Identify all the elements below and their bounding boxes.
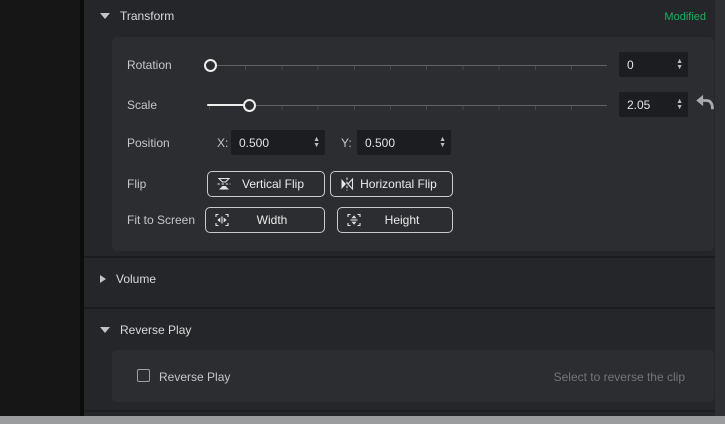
scale-slider[interactable] <box>207 97 607 113</box>
reverse-play-row: Reverse Play Select to reverse the clip <box>112 369 714 384</box>
horizontal-flip-button-label: Horizontal Flip <box>355 177 446 191</box>
rotation-slider-handle[interactable] <box>204 59 217 72</box>
scale-slider-handle[interactable] <box>243 99 256 112</box>
position-label: Position <box>127 136 170 150</box>
scale-row: Scale 2.05 ▲▼ <box>112 92 714 118</box>
rotation-slider-ticks <box>209 66 605 70</box>
section-header-reverse-play[interactable]: Reverse Play <box>100 323 191 337</box>
scale-label: Scale <box>127 98 157 112</box>
flip-label: Flip <box>127 177 146 191</box>
position-y-input[interactable]: 0.500 ▲▼ <box>357 130 451 155</box>
section-title-reverse-play: Reverse Play <box>120 323 191 337</box>
clip-properties-window: Transform Modified Rotation 0 ▲▼ Scale <box>0 0 725 424</box>
rotation-slider-track[interactable] <box>207 65 607 66</box>
rotation-row: Rotation 0 ▲▼ <box>112 52 714 78</box>
section-title-transform: Transform <box>120 9 174 23</box>
scale-slider-ticks <box>209 106 605 110</box>
fit-width-icon <box>214 212 230 228</box>
spinner-down-icon[interactable]: ▼ <box>313 143 320 149</box>
position-x-label: X: <box>217 136 228 150</box>
fit-to-screen-row: Fit to Screen Width Height <box>112 207 714 233</box>
position-y-label: Y: <box>341 136 352 150</box>
scale-value: 2.05 <box>619 98 671 112</box>
transform-content-panel: Rotation 0 ▲▼ Scale 2.05 ▲▼ <box>112 37 714 251</box>
scale-slider-track[interactable] <box>207 105 607 106</box>
left-rail <box>0 0 84 424</box>
position-y-spinner[interactable]: ▲▼ <box>434 137 451 149</box>
position-row: Position X: 0.500 ▲▼ Y: 0.500 ▲▼ <box>112 130 714 156</box>
rotation-value-input[interactable]: 0 ▲▼ <box>619 52 688 77</box>
section-header-volume[interactable]: Volume <box>100 272 156 286</box>
undo-icon <box>695 94 715 112</box>
vertical-flip-button-label: Vertical Flip <box>232 177 318 191</box>
rotation-slider[interactable] <box>207 57 607 73</box>
fit-to-screen-label: Fit to Screen <box>127 213 195 227</box>
modified-status-badge: Modified <box>664 11 706 23</box>
vertical-flip-icon <box>216 176 232 192</box>
reset-scale-button[interactable] <box>694 94 716 114</box>
chevron-right-icon <box>100 275 106 283</box>
reverse-play-content-panel: Reverse Play Select to reverse the clip <box>112 350 714 402</box>
horizontal-flip-icon <box>339 176 355 192</box>
section-divider <box>84 410 715 412</box>
flip-row: Flip Vertical Flip Horizontal Flip <box>112 171 714 197</box>
reverse-play-hint: Select to reverse the clip <box>554 370 685 384</box>
rotation-value: 0 <box>619 58 671 72</box>
spinner-down-icon[interactable]: ▼ <box>439 143 446 149</box>
rotation-spinner[interactable]: ▲▼ <box>671 59 688 71</box>
fit-width-button[interactable]: Width <box>205 207 325 233</box>
section-title-volume: Volume <box>116 272 156 286</box>
fit-width-button-label: Width <box>230 213 318 227</box>
section-header-transform[interactable]: Transform <box>100 9 174 23</box>
spinner-down-icon[interactable]: ▼ <box>676 105 683 111</box>
section-divider <box>84 256 715 258</box>
spinner-down-icon[interactable]: ▼ <box>676 65 683 71</box>
reverse-play-checkbox-label: Reverse Play <box>159 370 230 384</box>
horizontal-flip-button[interactable]: Horizontal Flip <box>330 171 453 197</box>
section-divider <box>84 307 715 309</box>
chevron-down-icon <box>100 13 110 19</box>
scrollbar-track[interactable] <box>715 0 725 416</box>
position-x-value: 0.500 <box>231 136 308 150</box>
bottom-scrollbar[interactable] <box>0 416 725 424</box>
chevron-down-icon <box>100 327 110 333</box>
fit-height-button-label: Height <box>362 213 446 227</box>
reverse-play-checkbox[interactable] <box>137 369 150 382</box>
position-x-spinner[interactable]: ▲▼ <box>308 137 325 149</box>
vertical-flip-button[interactable]: Vertical Flip <box>207 171 325 197</box>
scale-spinner[interactable]: ▲▼ <box>671 99 688 111</box>
position-x-input[interactable]: 0.500 ▲▼ <box>231 130 325 155</box>
rotation-label: Rotation <box>127 58 172 72</box>
fit-height-button[interactable]: Height <box>337 207 453 233</box>
position-y-value: 0.500 <box>357 136 434 150</box>
scale-value-input[interactable]: 2.05 ▲▼ <box>619 92 688 117</box>
fit-height-icon <box>346 212 362 228</box>
